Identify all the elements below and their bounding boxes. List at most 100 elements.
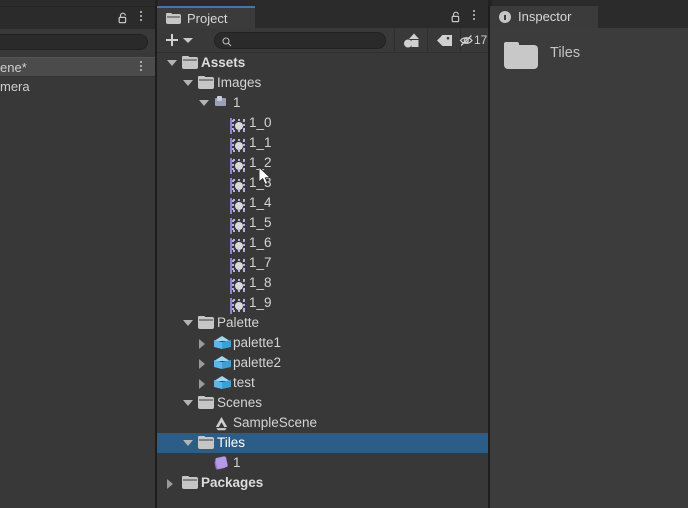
filter-by-label-icon [436,34,453,50]
tree-row[interactable]: 1_2 [157,153,488,173]
tree-row-selected[interactable]: Tiles [157,433,488,453]
tree-row[interactable]: Packages [157,473,488,493]
tree-row-label: Images [217,73,261,93]
hierarchy-search-input[interactable] [0,34,148,50]
inspector-body: Tiles [490,28,688,508]
project-toolbar: 17 [157,28,488,53]
tree-row[interactable]: Scenes [157,393,488,413]
tree-row[interactable]: 1_0 [157,113,488,133]
project-menu-icon[interactable] [468,10,480,24]
project-asset-tree[interactable]: AssetsImages11_01_11_21_31_41_51_61_71_8… [157,53,488,508]
tree-row-label: 1_6 [249,233,272,253]
chevron-down-icon[interactable] [199,100,209,106]
tree-row-label: 1_5 [249,213,272,233]
project-panel: Project [157,6,488,508]
chevron-right-icon[interactable] [199,379,205,389]
sprite-icon [230,278,232,294]
tree-row-label: 1_2 [249,153,272,173]
tree-row[interactable]: 1 [157,93,488,113]
tree-row[interactable]: 1_6 [157,233,488,253]
chevron-right-icon[interactable] [199,339,205,349]
hierarchy-search-row [0,31,155,53]
tree-row-label: SampleScene [233,413,317,433]
project-search-input[interactable] [236,33,385,50]
tab-inspector[interactable]: Inspector [490,6,598,28]
hierarchy-row-scene[interactable]: ene* [0,57,155,77]
tree-row[interactable]: 1_7 [157,253,488,273]
tree-row-label: 1 [233,453,241,473]
add-asset-button[interactable] [163,31,199,49]
tree-row[interactable]: Assets [157,53,488,73]
chevron-down-icon[interactable] [183,440,193,446]
tree-row[interactable]: 1_9 [157,293,488,313]
chevron-right-icon[interactable] [199,359,205,369]
tree-row[interactable]: 1_4 [157,193,488,213]
chevron-right-icon[interactable] [167,479,173,489]
tree-row[interactable]: 1_3 [157,173,488,193]
project-search-field[interactable] [214,32,386,49]
tree-row[interactable]: palette1 [157,333,488,353]
sprite-icon [230,258,232,274]
hierarchy-scene-menu-icon[interactable] [135,61,147,75]
tree-row[interactable]: palette2 [157,353,488,373]
tree-row-label: test [233,373,255,393]
sprite-icon [230,118,232,134]
chevron-down-icon[interactable] [183,80,193,86]
tree-row[interactable]: 1_8 [157,273,488,293]
tree-row-label: 1_9 [249,293,272,313]
lock-icon[interactable] [450,11,462,23]
tab-inspector-label: Inspector [518,8,571,26]
tree-row-label: 1_1 [249,133,272,153]
hierarchy-scene-label: ene* [0,58,27,78]
scene-icon [214,416,229,431]
folder-icon [504,42,538,69]
tab-project[interactable]: Project [157,6,255,28]
hierarchy-menu-icon[interactable] [135,11,147,25]
filter-by-type-button[interactable] [394,29,427,51]
tree-row-label: 1_3 [249,173,272,193]
tree-row-label: 1_8 [249,273,272,293]
tree-row-label: Packages [201,473,263,493]
hierarchy-row-gameobject[interactable]: mera [0,77,155,97]
sprite-icon [230,178,232,194]
unity-editor-window: ene* mera Project [0,0,688,508]
tree-row[interactable]: Images [157,73,488,93]
tree-row-label: 1 [233,93,241,113]
tree-row-label: palette2 [233,353,281,373]
hierarchy-panel: ene* mera [0,6,155,508]
tree-row-label: Assets [201,53,245,73]
inspector-panel: Inspector Tiles [490,6,688,508]
chevron-down-icon[interactable] [183,320,193,326]
tab-project-label: Project [187,10,227,28]
chevron-down-icon[interactable] [183,400,193,406]
lock-icon[interactable] [117,12,129,24]
chevron-down-icon[interactable] [167,60,177,66]
tree-row[interactable]: SampleScene [157,413,488,433]
tree-row[interactable]: Palette [157,313,488,333]
folder-icon [166,13,181,24]
sprite-icon [230,218,232,234]
tree-row[interactable]: 1_1 [157,133,488,153]
inspector-asset-name: Tiles [550,42,580,64]
sprite-icon [230,238,232,254]
hierarchy-rows: ene* mera [0,57,155,97]
tree-row-label: palette1 [233,333,281,353]
search-icon [222,36,232,46]
tree-row[interactable]: 1_5 [157,213,488,233]
tree-row-label: Scenes [217,393,262,413]
tree-row[interactable]: test [157,373,488,393]
filter-by-type-icon [403,33,420,51]
tree-row-label: 1_4 [249,193,272,213]
project-tabbar: Project [157,6,488,28]
chevron-down-icon [183,38,193,43]
sprite-icon [230,198,232,214]
hidden-items-count: 17 [474,32,487,48]
hidden-items-button[interactable]: 17 [460,29,488,51]
tree-row-label: 1_0 [249,113,272,133]
filter-by-label-button[interactable] [427,29,460,51]
sprite-icon [230,158,232,174]
inspector-tabbar: Inspector [490,6,688,28]
tree-row-label: Tiles [217,433,245,453]
tree-row[interactable]: 1 [157,453,488,473]
hierarchy-gameobject-label: mera [0,77,30,97]
